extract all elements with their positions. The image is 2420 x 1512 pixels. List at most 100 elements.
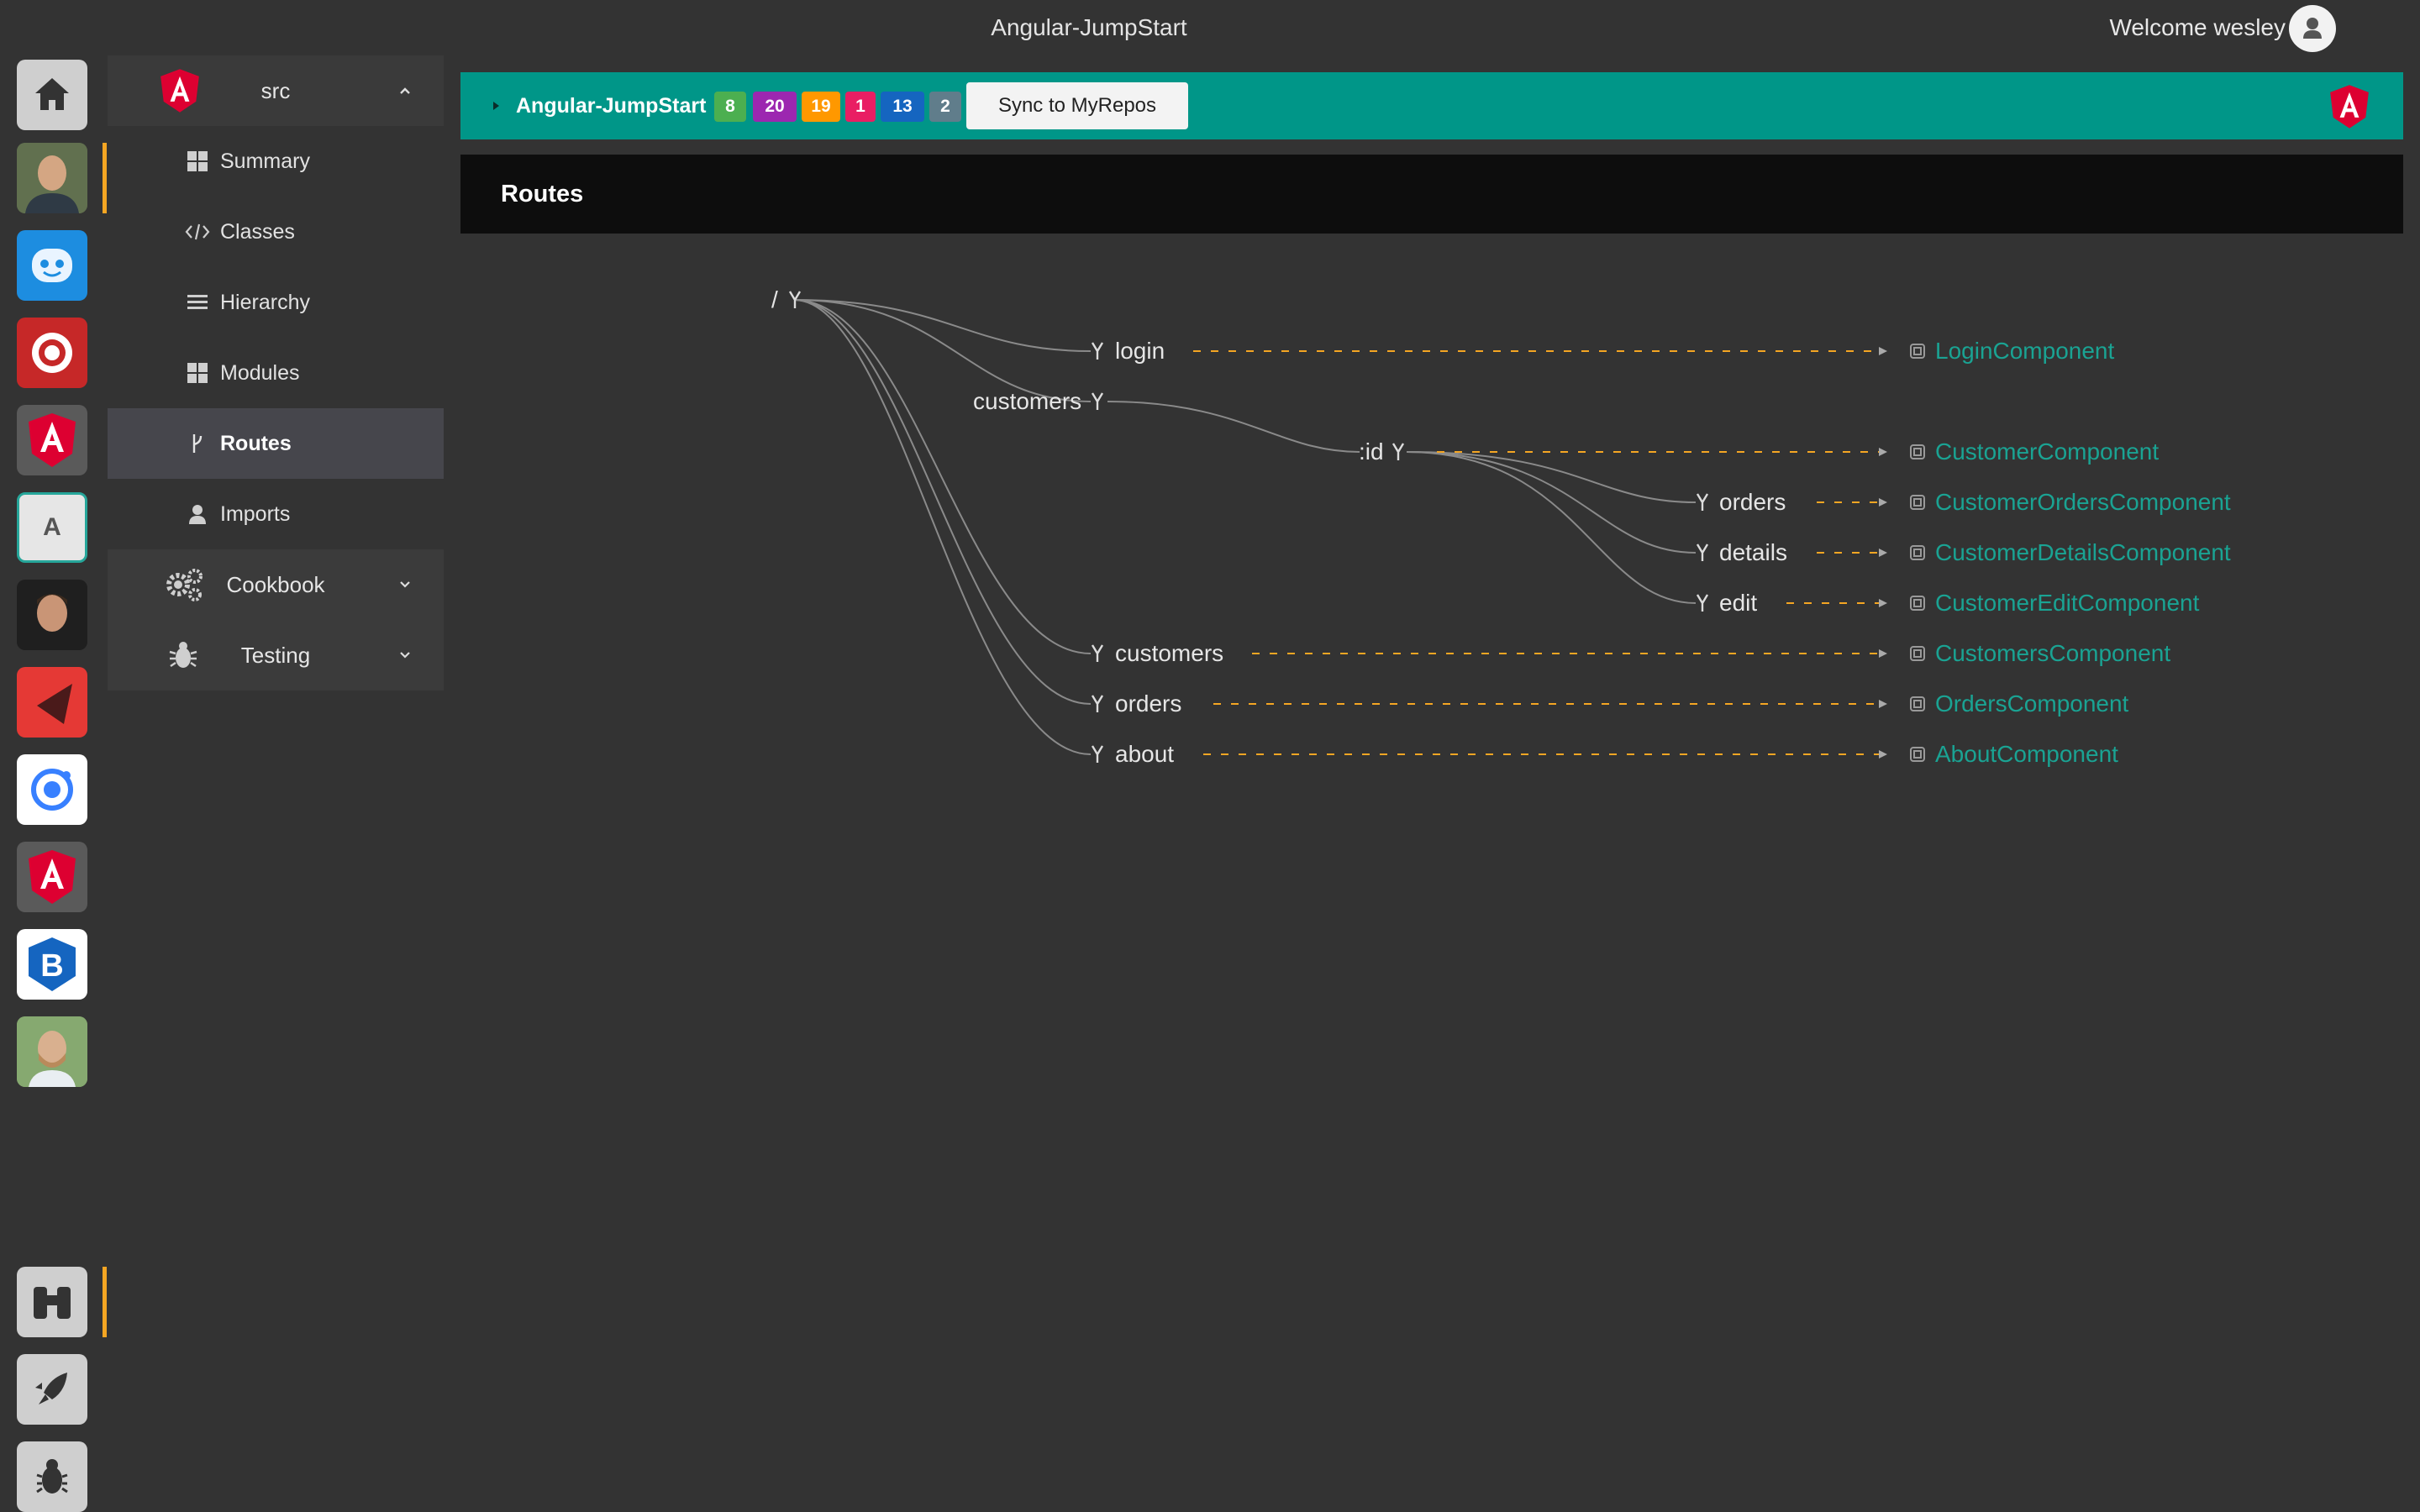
binoculars-icon	[34, 1287, 71, 1319]
angular-app-button[interactable]	[17, 405, 87, 475]
grid-icon	[185, 338, 210, 408]
component-icon	[1910, 747, 1925, 762]
fork-icon	[1091, 745, 1104, 763]
sidebar-item-classes[interactable]: Classes	[108, 197, 444, 267]
section-testing[interactable]: Testing	[108, 620, 444, 690]
count-badge: 1	[845, 92, 876, 122]
chevron-up-icon[interactable]	[398, 84, 412, 97]
sidebar-item-summary[interactable]: Summary	[108, 126, 444, 197]
triangle-icon	[37, 684, 72, 724]
ionic-app-button[interactable]	[17, 754, 87, 825]
explore-marker	[103, 1267, 107, 1337]
route-customer-edit[interactable]: edit	[1719, 589, 1757, 617]
route-customer-orders[interactable]: orders	[1719, 488, 1786, 517]
robot-app-button[interactable]	[17, 230, 87, 301]
code-icon	[185, 197, 210, 267]
component-link-customer-details[interactable]: CustomerDetailsComponent	[1935, 538, 2231, 567]
fork-icon	[1696, 493, 1709, 511]
angular-logo-icon	[29, 850, 76, 904]
route-login[interactable]: login	[1115, 337, 1165, 365]
angular-logo-icon	[29, 413, 76, 467]
robot-face-icon	[32, 249, 72, 282]
route-orders[interactable]: orders	[1115, 690, 1181, 718]
fork-icon	[1091, 644, 1104, 662]
section-label: Cookbook	[226, 572, 325, 597]
rocket-icon	[35, 1373, 67, 1404]
route-root[interactable]: /	[771, 286, 778, 314]
user-avatar-button[interactable]	[2289, 5, 2336, 52]
fork-icon	[1091, 342, 1104, 360]
list-icon	[185, 267, 210, 338]
home-icon	[35, 78, 69, 110]
app-rail: A B	[0, 55, 107, 1512]
letter-a-icon: A	[43, 513, 61, 541]
component-link-login[interactable]: LoginComponent	[1935, 337, 2114, 365]
section-cookbook[interactable]: Cookbook	[108, 549, 444, 620]
component-icon	[1910, 344, 1925, 359]
developer-photo-app-button[interactable]	[17, 580, 87, 650]
top-bar: Angular-JumpStart Welcome wesley	[0, 0, 2420, 55]
fork-icon	[1392, 443, 1405, 460]
grid-icon	[185, 126, 210, 197]
project-sidebar: src Summary Classes Hierarchy Modules Ro…	[108, 55, 444, 1512]
count-badge: 19	[802, 92, 840, 122]
sidebar-item-label: Hierarchy	[220, 291, 310, 314]
bootstrap-app-button[interactable]: B	[17, 929, 87, 1000]
home-app-button[interactable]	[17, 60, 87, 130]
at-target-icon	[32, 333, 72, 373]
component-link-customer-orders[interactable]: CustomerOrdersComponent	[1935, 488, 2231, 517]
component-link-about[interactable]: AboutComponent	[1935, 740, 2118, 769]
route-customer-details[interactable]: details	[1719, 538, 1787, 567]
component-icon	[1910, 545, 1925, 560]
sync-button[interactable]: Sync to MyRepos	[966, 82, 1188, 129]
branch-icon	[185, 408, 210, 479]
component-link-customer[interactable]: CustomerComponent	[1935, 438, 2159, 466]
debug-button[interactable]	[17, 1441, 87, 1512]
person-photo-icon	[17, 143, 87, 213]
sidebar-item-modules[interactable]: Modules	[108, 338, 444, 408]
route-customers-group[interactable]: customers	[973, 387, 1081, 416]
person-photo-icon	[17, 580, 87, 650]
component-link-orders[interactable]: OrdersComponent	[1935, 690, 2128, 718]
user-photo-app-button[interactable]	[17, 143, 87, 213]
active-app-marker	[103, 143, 107, 213]
component-icon	[1910, 596, 1925, 611]
email-app-button[interactable]	[17, 318, 87, 388]
fork-icon	[1091, 695, 1104, 712]
bootstrap-logo-icon: B	[29, 937, 76, 991]
explore-button[interactable]	[17, 1267, 87, 1337]
chevron-down-icon[interactable]	[398, 648, 412, 662]
component-link-customer-edit[interactable]: CustomerEditComponent	[1935, 589, 2199, 617]
chevron-down-icon[interactable]	[398, 578, 412, 591]
angular-logo-icon	[2330, 85, 2369, 129]
fork-icon	[1696, 594, 1709, 612]
a-app-button[interactable]: A	[17, 492, 87, 563]
route-id[interactable]: :id	[1359, 438, 1384, 466]
page-title: Routes	[501, 181, 584, 207]
red-triangle-app-button[interactable]	[17, 667, 87, 738]
sidebar-item-label: Modules	[220, 361, 300, 385]
section-label: Testing	[240, 643, 311, 668]
user-icon	[2303, 18, 2322, 39]
caret-right-icon[interactable]	[492, 101, 501, 111]
person-icon	[185, 479, 210, 549]
project-name[interactable]: Angular-JumpStart	[516, 72, 706, 139]
project-bar: Angular-JumpStart 8 20 19 1 13 2 Sync to…	[460, 72, 2403, 139]
sidebar-item-hierarchy[interactable]: Hierarchy	[108, 267, 444, 338]
src-folder-header[interactable]: src	[108, 55, 444, 126]
count-badge: 2	[929, 92, 961, 122]
route-customers[interactable]: customers	[1115, 639, 1223, 668]
sidebar-item-label: Classes	[220, 220, 295, 244]
route-about[interactable]: about	[1115, 740, 1174, 769]
component-icon	[1910, 444, 1925, 459]
bearded-photo-app-button[interactable]	[17, 1016, 87, 1087]
sidebar-item-label: Summary	[220, 150, 310, 173]
component-link-customers[interactable]: CustomersComponent	[1935, 639, 2170, 668]
launch-button[interactable]	[17, 1354, 87, 1425]
sidebar-item-imports[interactable]: Imports	[108, 479, 444, 549]
svg-text:B: B	[40, 948, 63, 984]
fork-icon	[1696, 543, 1709, 561]
src-folder-label: src	[260, 78, 291, 103]
sidebar-item-routes[interactable]: Routes	[108, 408, 444, 479]
angular-app-button-2[interactable]	[17, 842, 87, 912]
